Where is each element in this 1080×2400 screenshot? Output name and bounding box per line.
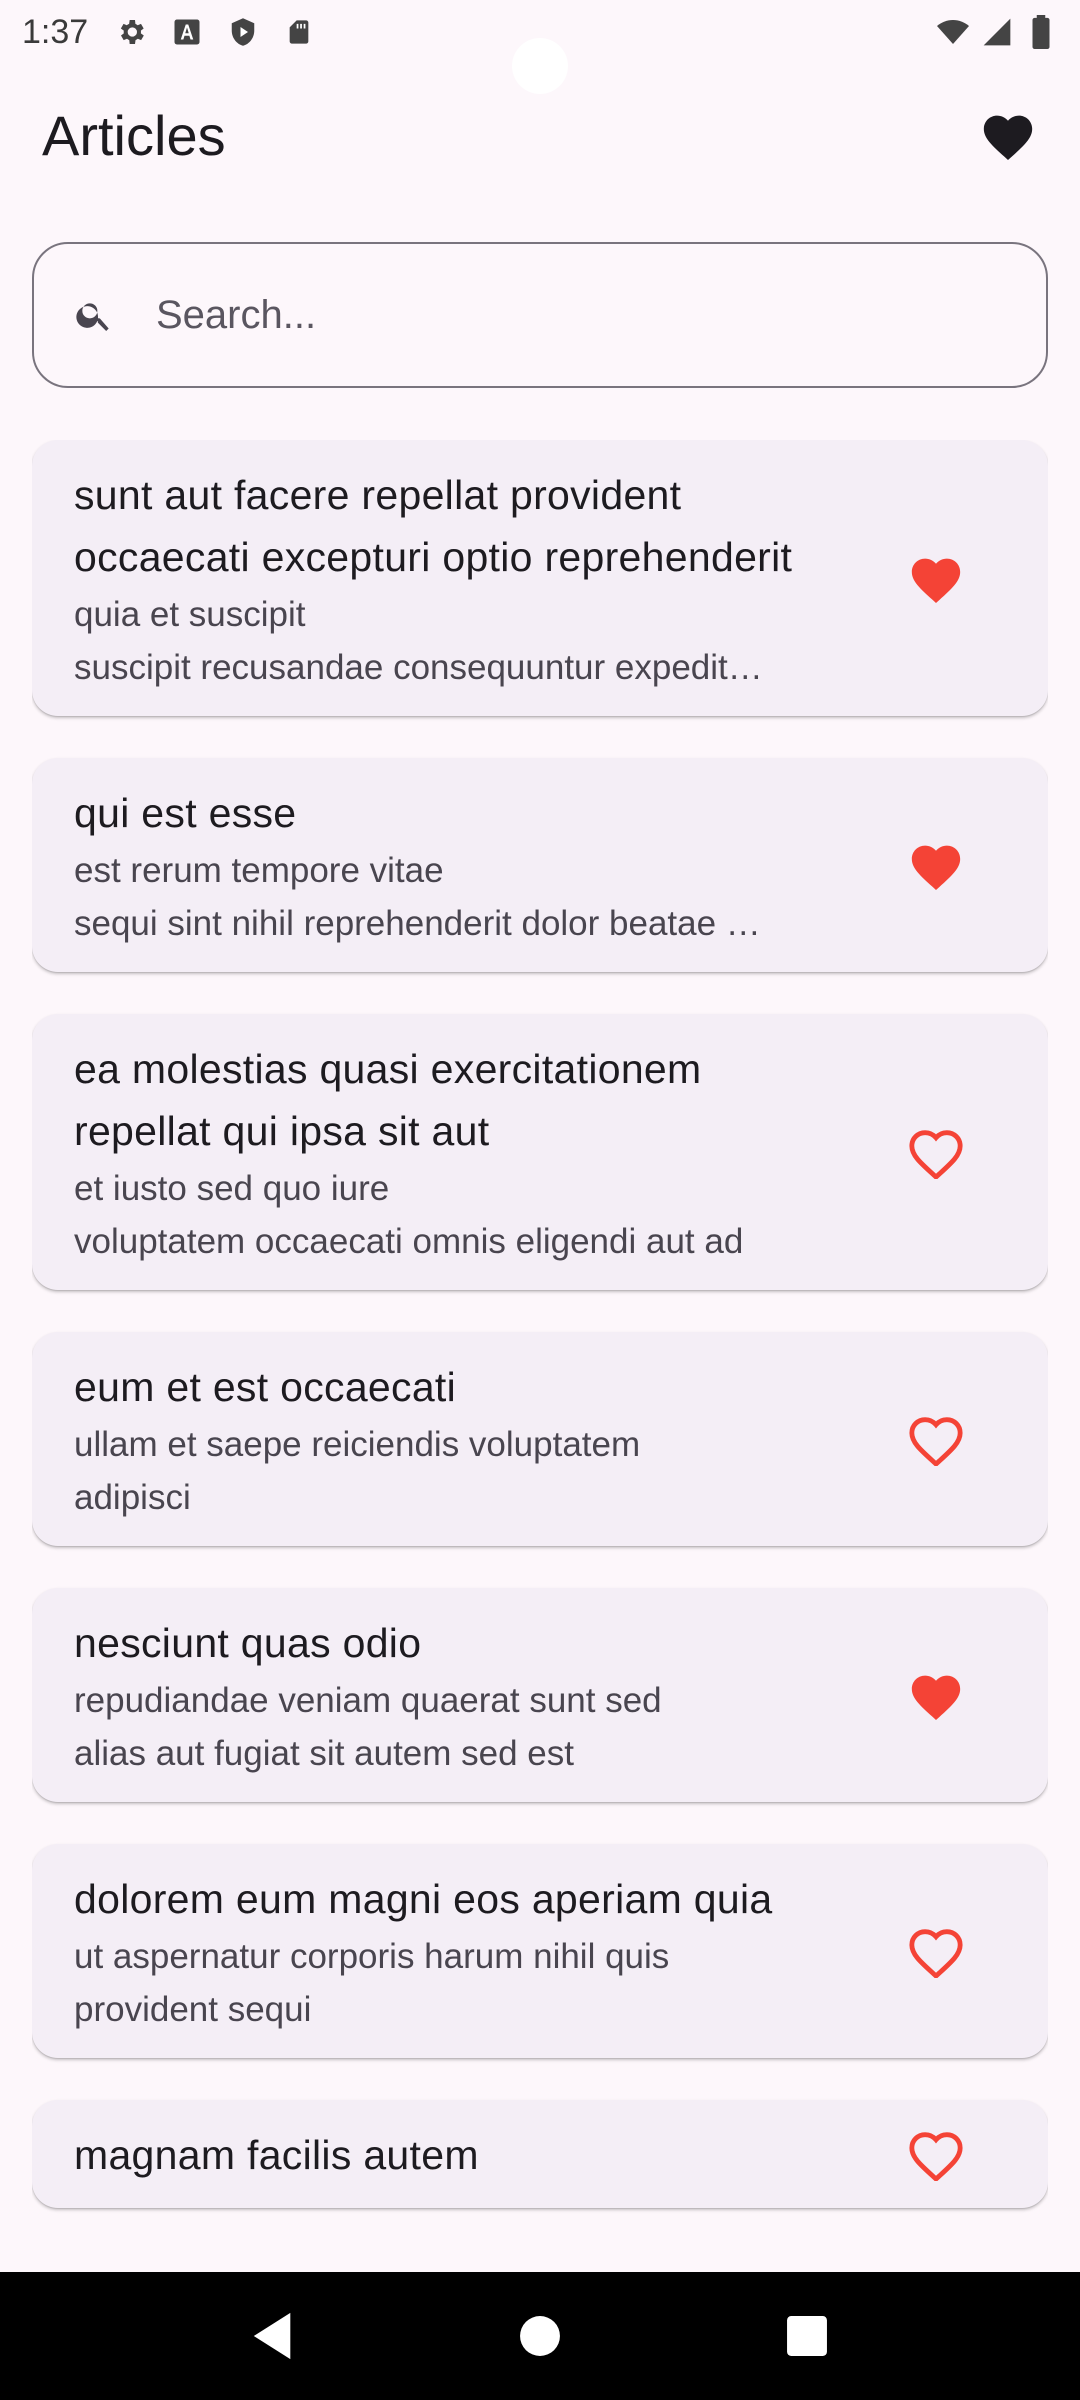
back-icon [254,2312,291,2360]
home-icon [520,2316,560,2356]
status-time: 1:37 [22,12,89,51]
article-card[interactable]: magnam facilis autem [32,2100,1048,2208]
favorite-toggle-button[interactable] [904,1120,968,1184]
article-body: et iusto sed quo iure voluptatem occaeca… [74,1169,744,1261]
article-list[interactable]: sunt aut facere repellat provident occae… [32,440,1048,2272]
heart-filled-icon [983,115,1033,161]
article-title: dolorem eum magni eos aperiam quia [74,1876,773,1922]
camera-cutout [512,38,568,94]
heart-filled-icon [911,558,961,604]
system-nav-bar [0,2272,1080,2400]
page-title: Articles [42,103,226,167]
article-card[interactable]: eum et est occaecati ullam et saepe reici… [32,1332,1048,1546]
recents-icon [786,2316,827,2356]
article-body: ut aspernatur corporis harum nihil quis … [74,1937,670,2029]
article-title: magnam facilis autem [74,2132,479,2178]
article-title: sunt aut facere repellat provident occae… [74,472,793,580]
home-button[interactable] [500,2296,580,2376]
shield-play-icon [226,15,260,49]
favorite-toggle-button[interactable] [904,2122,968,2186]
heart-filled-icon [911,845,961,891]
signal-icon [980,15,1014,49]
sd-card-icon [282,15,316,49]
favorites-button[interactable] [972,99,1044,171]
favorite-toggle-button[interactable] [904,1663,968,1727]
favorite-toggle-button[interactable] [904,833,968,897]
article-card[interactable]: qui est esse est rerum tempore vitae sequ… [32,758,1048,972]
favorite-toggle-button[interactable] [904,1407,968,1471]
heart-outline-icon [909,1130,963,1179]
article-card[interactable]: sunt aut facere repellat provident occae… [32,440,1048,716]
heart-outline-icon [909,1417,963,1466]
article-card[interactable]: ea molestias quasi exercitationem repell… [32,1014,1048,1290]
font-a-icon [170,15,204,49]
article-body: quia et suscipit suscipit recusandae con… [74,595,763,687]
wifi-icon [936,15,970,49]
article-card[interactable]: dolorem eum magni eos aperiam quia ut asp… [32,1844,1048,2058]
search-icon [72,293,116,337]
heart-outline-icon [909,2132,963,2181]
back-button[interactable] [233,2296,313,2376]
article-body: est rerum tempore vitae sequi sint nihil… [74,851,761,943]
search-field[interactable] [32,242,1048,388]
article-body: ullam et saepe reiciendis voluptatem adi… [74,1425,641,1517]
settings-icon [114,15,148,49]
status-icons-right [936,15,1058,49]
battery-icon [1024,15,1058,49]
recents-button[interactable] [767,2296,847,2376]
article-card[interactable]: nesciunt quas odio repudiandae veniam qua… [32,1588,1048,1802]
favorite-toggle-button[interactable] [904,1919,968,1983]
status-icons-left [114,15,316,49]
article-body: repudiandae veniam quaerat sunt sed alia… [74,1681,662,1773]
app-bar: Articles [0,90,1080,180]
article-title: nesciunt quas odio [74,1620,422,1666]
search-input[interactable] [156,292,956,338]
favorite-toggle-button[interactable] [904,546,968,610]
screen: 1:37 Articles Search... sunt aut facere … [0,0,1080,2400]
heart-filled-icon [911,1675,961,1721]
article-title: qui est esse [74,790,297,836]
article-title: ea molestias quasi exercitationem repell… [74,1046,702,1154]
heart-outline-icon [909,1929,963,1978]
article-title: eum et est occaecati [74,1364,457,1410]
